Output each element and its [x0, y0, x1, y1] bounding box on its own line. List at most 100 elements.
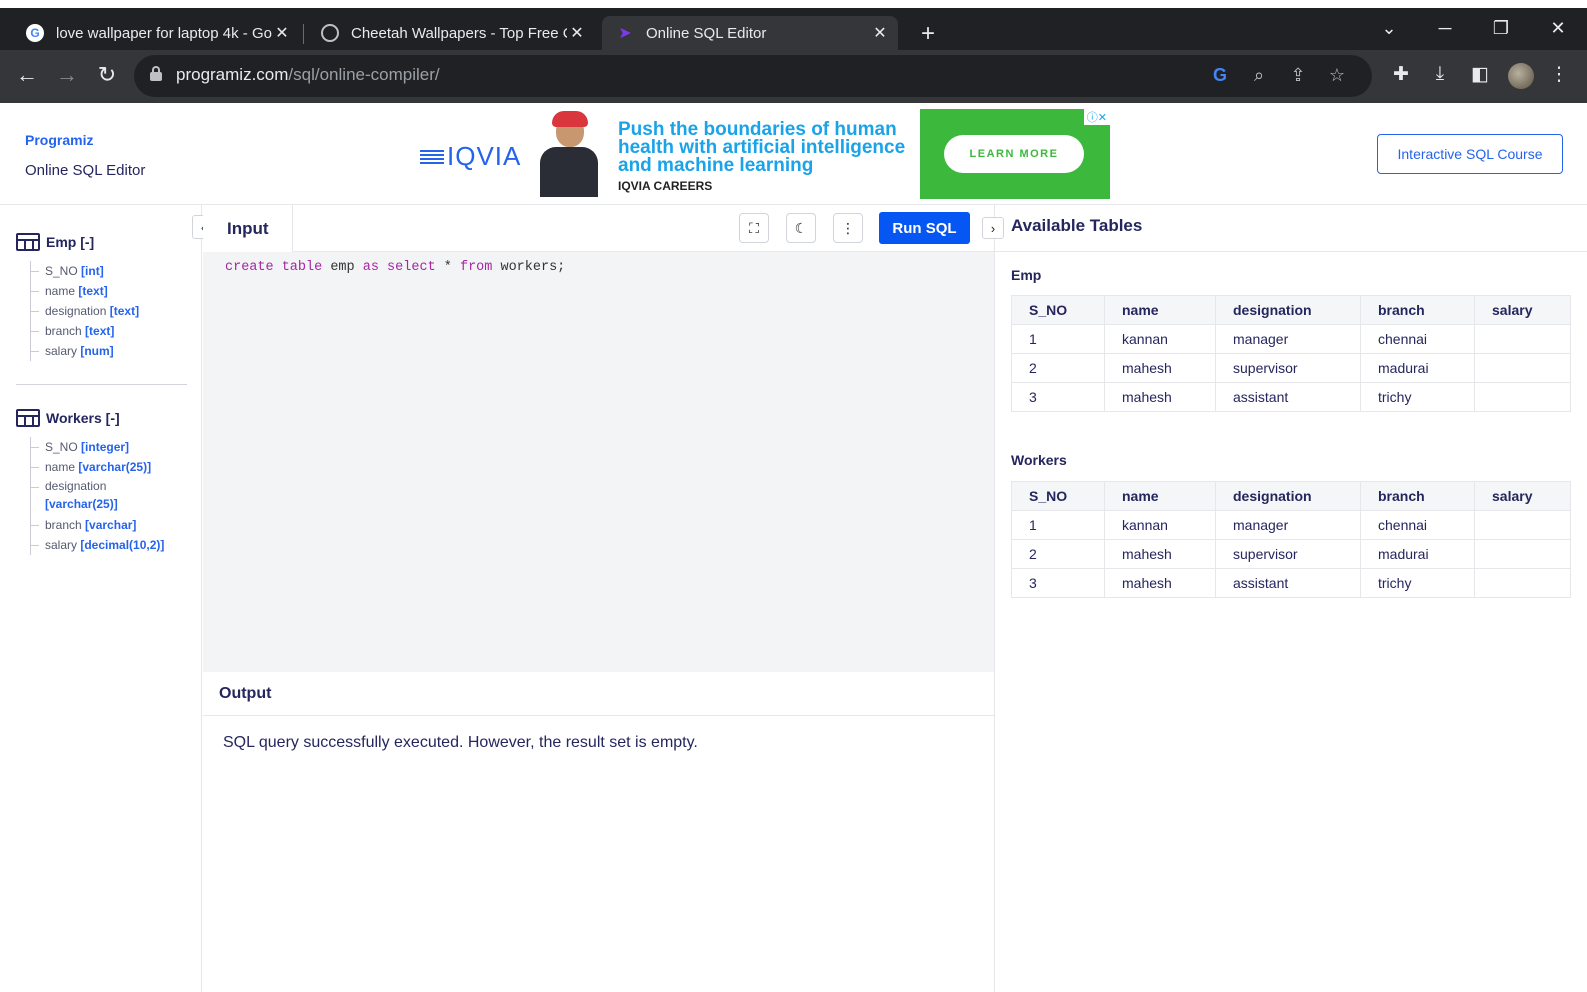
column-header: S_NO: [1011, 481, 1105, 511]
restore-icon[interactable]: ❐: [1486, 18, 1516, 39]
forward-icon[interactable]: →: [52, 62, 82, 88]
workers-columns: S_NO [integer] name [varchar(25)] design…: [30, 437, 164, 555]
globe-icon: [321, 24, 339, 42]
code-keyword: as select: [362, 260, 436, 275]
table-cell: manager: [1215, 510, 1361, 540]
table-cell: 1: [1011, 510, 1105, 540]
extensions-icon[interactable]: ✚: [1388, 63, 1414, 86]
schema-column: branch [varchar]: [31, 515, 164, 535]
code-keyword: create table: [225, 260, 323, 275]
browser-tab-google[interactable]: G love wallpaper for laptop 4k - Go ✕: [12, 16, 300, 50]
bookmark-star-icon[interactable]: ☆: [1325, 65, 1349, 86]
more-options-icon[interactable]: ⋮: [833, 213, 863, 243]
reload-icon[interactable]: ↻: [92, 62, 122, 88]
schema-table-workers[interactable]: Workers [-]: [16, 409, 120, 427]
column-header: S_NO: [1011, 295, 1105, 325]
table-cell: supervisor: [1215, 353, 1361, 383]
download-icon[interactable]: ⤓: [1427, 63, 1453, 85]
sidebar-divider: [16, 384, 187, 385]
output-title: Output: [203, 672, 994, 716]
new-tab-button[interactable]: +: [914, 20, 942, 48]
interactive-sql-course-button[interactable]: Interactive SQL Course: [1377, 134, 1563, 174]
run-sql-button[interactable]: Run SQL: [879, 212, 970, 244]
address-bar[interactable]: programiz.com/sql/online-compiler/ G ⌕ ⇪…: [134, 55, 1372, 97]
table-cell: [1474, 510, 1571, 540]
close-icon[interactable]: ✕: [272, 23, 292, 43]
column-header: name: [1104, 481, 1216, 511]
ad-person-image: [538, 111, 600, 197]
code-keyword: from: [459, 260, 493, 275]
table-label-workers: Workers: [1011, 452, 1067, 468]
column-header: designation: [1215, 295, 1361, 325]
table-cell: supervisor: [1215, 539, 1361, 569]
table-cell: manager: [1215, 324, 1361, 354]
lock-icon: [150, 66, 162, 82]
site-header: Programiz Online SQL Editor IQVIA Push t…: [0, 103, 1587, 205]
table-cell: kannan: [1104, 510, 1216, 540]
table-cell: trichy: [1360, 382, 1475, 412]
table-header-row: S_NO name designation branch salary: [1011, 295, 1571, 325]
tab-separator: [303, 24, 304, 44]
table-cell: [1474, 568, 1571, 598]
schema-column: S_NO [integer]: [31, 437, 164, 457]
ad-headline: Push the boundaries of human health with…: [618, 119, 906, 176]
browser-tab-cheetah[interactable]: Cheetah Wallpapers - Top Free C ✕: [307, 16, 595, 50]
table-cell: madurai: [1360, 353, 1475, 383]
table-label-emp: Emp: [1011, 267, 1042, 283]
editor-toolbar: Input ⛶ ☾ ⋮ Run SQL: [203, 205, 994, 252]
url-text: programiz.com/sql/online-compiler/: [176, 65, 440, 84]
table-header-row: S_NO name designation branch salary: [1011, 481, 1571, 511]
table-row: 1 kannan manager chennai: [1011, 324, 1571, 354]
tab-search-icon[interactable]: ⌄: [1374, 18, 1404, 39]
menu-kebab-icon[interactable]: ⋮: [1546, 63, 1572, 86]
close-window-icon[interactable]: ✕: [1543, 18, 1573, 39]
table-row: 1 kannan manager chennai: [1011, 510, 1571, 540]
share-icon[interactable]: ⇪: [1286, 65, 1310, 86]
back-icon[interactable]: ←: [12, 62, 42, 88]
table-cell: chennai: [1360, 510, 1475, 540]
minimize-icon[interactable]: ─: [1430, 18, 1460, 39]
output-message: SQL query successfully executed. However…: [223, 734, 698, 751]
table-cell: 2: [1011, 539, 1105, 569]
table-cell: 2: [1011, 353, 1105, 383]
browser-tab-sql-editor[interactable]: ➤ Online SQL Editor ✕: [602, 16, 898, 50]
tab-title: Online SQL Editor: [646, 24, 767, 42]
panel-divider: [995, 251, 1587, 252]
tab-title: love wallpaper for laptop 4k - Go: [56, 24, 272, 42]
schema-column: salary [decimal(10,2)]: [31, 535, 164, 555]
zoom-icon[interactable]: ⌕: [1247, 65, 1271, 86]
profile-avatar[interactable]: [1508, 63, 1534, 89]
table-cell: mahesh: [1104, 568, 1216, 598]
table-cell: madurai: [1360, 539, 1475, 569]
toggle-tables-chevron-icon[interactable]: ›: [982, 217, 1004, 239]
code-text: workers;: [492, 260, 566, 275]
google-lens-icon[interactable]: G: [1208, 65, 1232, 86]
available-tables-title: Available Tables: [1011, 216, 1143, 235]
schema-column: salary [num]: [31, 341, 139, 361]
table-row: 3 mahesh assistant trichy: [1011, 568, 1571, 598]
code-editor[interactable]: create table emp as select * from worker…: [203, 252, 994, 672]
table-cell: [1474, 353, 1571, 383]
table-cell: assistant: [1215, 568, 1361, 598]
google-icon: G: [26, 24, 44, 42]
column-header: designation: [1215, 481, 1361, 511]
side-panel-icon[interactable]: ◧: [1467, 63, 1493, 86]
adchoices-icon[interactable]: ⓘ✕: [1083, 109, 1110, 125]
learn-more-button[interactable]: LEARN MORE: [944, 135, 1084, 173]
close-icon[interactable]: ✕: [567, 23, 587, 43]
programiz-logo[interactable]: Programiz: [25, 132, 93, 148]
close-icon[interactable]: ✕: [870, 23, 890, 43]
programiz-icon: ➤: [618, 25, 632, 42]
schema-table-emp[interactable]: Emp [-]: [16, 233, 94, 251]
schema-column: S_NO [int]: [31, 261, 139, 281]
browser-toolbar: ← → ↻ programiz.com/sql/online-compiler/…: [0, 50, 1587, 103]
tab-input[interactable]: Input: [203, 205, 293, 252]
table-cell: 1: [1011, 324, 1105, 354]
browser-tab-strip: G love wallpaper for laptop 4k - Go ✕ Ch…: [0, 0, 1587, 50]
table-row: 2 mahesh supervisor madurai: [1011, 353, 1571, 383]
advertisement-banner[interactable]: IQVIA Push the boundaries of human healt…: [420, 109, 1120, 199]
table-row: 2 mahesh supervisor madurai: [1011, 539, 1571, 569]
fullscreen-icon[interactable]: ⛶: [739, 213, 769, 243]
dark-mode-moon-icon[interactable]: ☾: [786, 213, 816, 243]
table-row: 3 mahesh assistant trichy: [1011, 382, 1571, 412]
